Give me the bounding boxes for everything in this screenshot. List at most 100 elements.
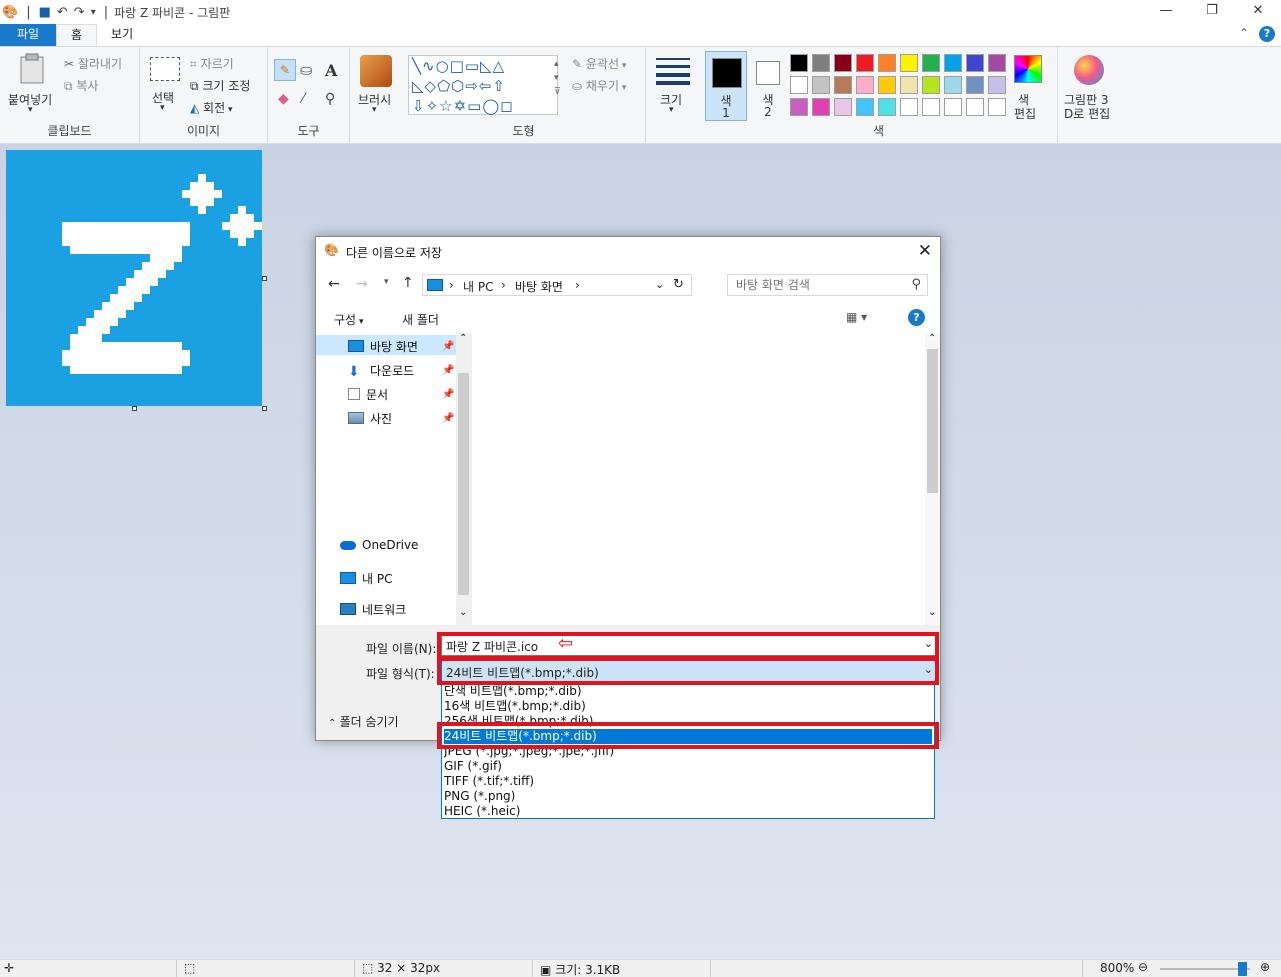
filetype-option[interactable]: HEIC (*.heic) <box>444 804 932 819</box>
palette-color-swatch[interactable] <box>812 54 830 72</box>
shapes-gallery[interactable]: ╲∿○□▭◺△ ◺◇⬠⬡⇨⇦⇧ ⇩✧☆✡▭◯◻ <box>408 55 558 115</box>
save-icon[interactable]: ■ <box>39 5 51 20</box>
palette-color-swatch[interactable] <box>790 76 808 94</box>
brushes-dropdown-icon[interactable]: ▾ <box>372 105 377 115</box>
nav-item-this-pc[interactable]: 내 PC <box>340 570 392 587</box>
resize-button[interactable]: ⧉ 크기 조정 <box>190 77 250 94</box>
paste-dropdown-icon[interactable]: ▾ <box>28 105 33 115</box>
pin-icon[interactable]: 📌 <box>442 365 454 376</box>
shapes-scroll-icon[interactable]: ▴ ▾ ⊽ <box>554 57 561 99</box>
new-folder-button[interactable]: 새 폴더 <box>402 311 439 328</box>
organize-button[interactable]: 구성 ▾ <box>334 311 363 328</box>
palette-color-swatch[interactable] <box>922 98 940 116</box>
pin-icon[interactable]: 📌 <box>442 389 454 400</box>
palette-color-swatch[interactable] <box>966 98 984 116</box>
pin-icon[interactable]: 📌 <box>442 341 454 352</box>
collapse-ribbon-icon[interactable]: ⌃ <box>1239 26 1249 42</box>
edit-colors-label2[interactable]: 편집 <box>1014 105 1036 122</box>
palette-color-swatch[interactable] <box>900 76 918 94</box>
rotate-button[interactable]: ◭ 회전 ▾ <box>190 99 233 116</box>
scroll-up-icon[interactable]: ⌃ <box>459 333 467 344</box>
palette-color-swatch[interactable] <box>856 98 874 116</box>
palette-color-swatch[interactable] <box>922 76 940 94</box>
select-dropdown-icon[interactable]: ▾ <box>160 103 165 113</box>
palette-color-swatch[interactable] <box>966 54 984 72</box>
pin-icon[interactable]: 📌 <box>442 413 454 424</box>
magnifier-icon[interactable]: ⚲ <box>325 91 335 107</box>
palette-color-swatch[interactable] <box>790 98 808 116</box>
search-input[interactable] <box>736 277 896 293</box>
nav-item-pictures[interactable]: 사진 <box>348 410 392 427</box>
palette-color-swatch[interactable] <box>878 76 896 94</box>
scroll-down-icon[interactable]: ⌄ <box>928 607 936 618</box>
zoom-slider-track[interactable] <box>1160 968 1250 970</box>
fill-bucket-icon[interactable]: ⛀ <box>300 61 313 79</box>
palette-color-swatch[interactable] <box>988 76 1006 94</box>
palette-color-swatch[interactable] <box>834 54 852 72</box>
help-icon[interactable]: ? <box>1259 26 1275 42</box>
crop-button[interactable]: ⌗ 자르기 <box>190 55 234 72</box>
palette-color-swatch[interactable] <box>856 54 874 72</box>
hide-folders-button[interactable]: ⌃ 폴더 숨기기 <box>328 713 399 730</box>
paint3d-icon[interactable] <box>1074 55 1104 85</box>
palette-color-swatch[interactable] <box>900 98 918 116</box>
filetype-option[interactable]: PNG (*.png) <box>444 789 932 804</box>
scroll-up-icon[interactable]: ⌃ <box>928 333 936 344</box>
scroll-thumb[interactable] <box>927 349 938 493</box>
palette-color-swatch[interactable] <box>856 76 874 94</box>
color2-button[interactable]: 색 2 <box>750 51 786 121</box>
outline-button[interactable]: ✎ 윤곽선 ▾ <box>572 55 626 72</box>
palette-color-swatch[interactable] <box>812 76 830 94</box>
paint3d-label2[interactable]: D로 편집 <box>1064 105 1110 122</box>
pencil-icon[interactable]: ✎ <box>274 59 296 81</box>
breadcrumb-pc[interactable]: 내 PC <box>463 278 493 295</box>
resize-handle-bottom[interactable] <box>132 406 137 411</box>
file-list-pane[interactable] <box>471 333 940 625</box>
palette-color-swatch[interactable] <box>812 98 830 116</box>
forward-arrow-icon[interactable]: → <box>356 276 368 292</box>
tab-file[interactable]: 파일 <box>0 24 56 46</box>
filetype-option[interactable]: TIFF (*.tif;*.tiff) <box>444 774 932 789</box>
palette-color-swatch[interactable] <box>988 54 1006 72</box>
copy-button[interactable]: ⧉ 복사 <box>64 77 98 94</box>
resize-handle-corner[interactable] <box>262 406 267 411</box>
address-dropdown-icon[interactable]: ⌄ <box>655 278 664 291</box>
tab-home[interactable]: 홈 <box>56 24 98 46</box>
up-arrow-icon[interactable]: ↑ <box>402 275 414 291</box>
refresh-icon[interactable]: ↻ <box>673 277 684 292</box>
fill-button[interactable]: ⛀ 채우기 ▾ <box>572 77 626 94</box>
redo-icon[interactable]: ↷ <box>74 5 85 20</box>
palette-color-swatch[interactable] <box>878 54 896 72</box>
nav-item-documents[interactable]: 문서 <box>348 386 388 403</box>
palette-color-swatch[interactable] <box>922 54 940 72</box>
help-icon[interactable]: ? <box>908 309 925 326</box>
back-arrow-icon[interactable]: ← <box>328 276 340 292</box>
view-options-icon[interactable]: ▦ ▾ <box>846 310 867 324</box>
palette-color-swatch[interactable] <box>988 98 1006 116</box>
filetype-option[interactable]: GIF (*.gif) <box>444 759 932 774</box>
minimize-button[interactable]: — <box>1143 0 1189 22</box>
brush-icon[interactable] <box>360 55 392 87</box>
filetype-dropdown-list[interactable]: 단색 비트맵(*.bmp;*.dib) 16색 비트맵(*.bmp;*.dib) 2… <box>441 682 935 819</box>
cut-button[interactable]: ✂ 잘라내기 <box>64 55 122 72</box>
address-bar[interactable]: › 내 PC › 바탕 화면 › ⌄ ↻ <box>422 274 692 296</box>
recent-locations-icon[interactable]: ▾ <box>384 277 389 287</box>
nav-pane-scrollbar[interactable]: ⌃ ⌄ <box>456 333 471 625</box>
customize-quick-access-icon[interactable]: ▾ <box>91 7 96 18</box>
palette-color-swatch[interactable] <box>944 98 962 116</box>
close-window-button[interactable]: ✕ <box>1235 0 1281 22</box>
palette-color-swatch[interactable] <box>834 98 852 116</box>
dialog-close-icon[interactable]: ✕ <box>918 241 932 261</box>
palette-color-swatch[interactable] <box>944 54 962 72</box>
filetype-option[interactable]: 16색 비트맵(*.bmp;*.dib) <box>444 699 932 714</box>
palette-color-swatch[interactable] <box>966 76 984 94</box>
restore-button[interactable]: ❐ <box>1189 0 1235 22</box>
scroll-thumb[interactable] <box>458 373 469 595</box>
search-box[interactable]: ⚲ <box>727 274 928 296</box>
undo-icon[interactable]: ↶ <box>57 5 68 20</box>
nav-item-onedrive[interactable]: OneDrive <box>340 538 418 552</box>
resize-handle-right[interactable] <box>262 276 267 281</box>
size-dropdown-icon[interactable]: ▾ <box>669 105 674 115</box>
zoom-out-icon[interactable]: ⊖ <box>1138 960 1148 974</box>
nav-item-network[interactable]: 네트워크 <box>340 601 406 618</box>
